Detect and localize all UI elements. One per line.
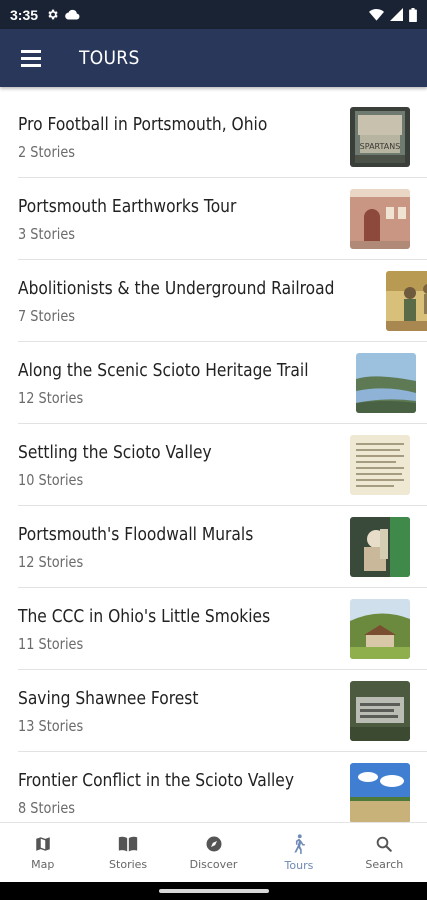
nav-item-search[interactable]: Search — [342, 823, 427, 882]
tour-story-count: 12 Stories — [18, 388, 84, 407]
tour-title: Along the Scenic Scioto Heritage Trail — [18, 359, 309, 381]
page-title: TOURS — [79, 47, 140, 69]
tour-story-count: 7 Stories — [18, 306, 76, 325]
tour-thumbnail-image — [350, 517, 410, 577]
tour-title: Pro Football in Portsmouth, Ohio — [18, 113, 268, 135]
tour-thumbnail-image — [385, 271, 427, 331]
app-bar: TOURS — [0, 29, 427, 87]
cloud-icon — [65, 9, 80, 20]
tour-thumbnail-image — [350, 189, 410, 249]
tour-story-count: 3 Stories — [18, 224, 76, 243]
nav-item-tours[interactable]: Tours — [256, 823, 341, 882]
status-bar: 3:35 — [0, 0, 427, 29]
book-icon — [118, 836, 138, 851]
nav-label: Search — [365, 857, 404, 871]
tour-item-shawnee-forest[interactable]: Saving Shawnee Forest 13 Stories — [0, 670, 427, 752]
tour-item-abolitionists[interactable]: Abolitionists & the Underground Railroad… — [0, 260, 427, 342]
tour-title: Saving Shawnee Forest — [18, 687, 199, 709]
tour-thumbnail-image — [350, 599, 410, 659]
search-icon — [377, 836, 393, 852]
tour-item-settling-scioto-valley[interactable]: Settling the Scioto Valley 10 Stories — [0, 424, 427, 506]
home-gesture-handle[interactable] — [158, 889, 269, 893]
tour-item-earthworks[interactable]: Portsmouth Earthworks Tour 3 Stories — [0, 178, 427, 260]
tour-title: Settling the Scioto Valley — [18, 441, 212, 463]
svg-text:SPARTANS: SPARTANS — [360, 142, 401, 151]
map-icon — [35, 836, 50, 851]
wifi-icon — [369, 8, 384, 21]
tour-title: Abolitionists & the Underground Railroad — [18, 277, 335, 299]
tour-item-scioto-heritage-trail[interactable]: Along the Scenic Scioto Heritage Trail 1… — [0, 342, 427, 424]
tour-story-count: 11 Stories — [18, 634, 84, 653]
tour-item-frontier-conflict[interactable]: Frontier Conflict in the Scioto Valley 8… — [0, 752, 427, 822]
nav-label: Tours — [284, 858, 314, 872]
tour-title: Portsmouth Earthworks Tour — [18, 195, 237, 217]
tour-thumbnail-image — [350, 681, 410, 741]
hamburger-icon — [21, 48, 41, 69]
tour-story-count: 2 Stories — [18, 142, 76, 161]
walking-icon — [294, 833, 305, 854]
nav-item-stories[interactable]: Stories — [85, 823, 170, 882]
tour-thumbnail-image — [350, 763, 410, 822]
signal-icon — [390, 8, 403, 21]
tour-title: Frontier Conflict in the Scioto Valley — [18, 769, 295, 791]
nav-label: Stories — [109, 857, 148, 871]
tour-thumbnail-image — [350, 435, 410, 495]
tour-story-count: 13 Stories — [18, 716, 84, 735]
battery-icon — [409, 7, 417, 22]
tour-story-count: 10 Stories — [18, 470, 84, 489]
nav-item-discover[interactable]: Discover — [171, 823, 256, 882]
tour-list: Pro Football in Portsmouth, Ohio 2 Stori… — [0, 96, 427, 822]
tour-thumbnail-image — [355, 353, 416, 413]
nav-item-map[interactable]: Map — [0, 823, 85, 882]
tour-item-floodwall-murals[interactable]: Portsmouth's Floodwall Murals 12 Stories — [0, 506, 427, 588]
status-time: 3:35 — [10, 6, 39, 23]
tour-story-count: 12 Stories — [18, 552, 84, 571]
tour-item-ccc-little-smokies[interactable]: The CCC in Ohio's Little Smokies 11 Stor… — [0, 588, 427, 670]
system-gesture-bar — [0, 882, 427, 900]
bottom-navigation: Map Stories Discover Tours Search — [0, 822, 427, 882]
nav-label: Map — [31, 857, 55, 871]
compass-icon — [206, 836, 222, 851]
nav-label: Discover — [189, 857, 238, 871]
menu-button[interactable] — [0, 29, 62, 87]
tour-item-pro-football[interactable]: Pro Football in Portsmouth, Ohio 2 Stori… — [0, 96, 427, 178]
tour-thumbnail-image: SPARTANS — [350, 107, 410, 167]
tour-story-count: 8 Stories — [18, 798, 76, 817]
tour-title: Portsmouth's Floodwall Murals — [18, 523, 254, 545]
settings-gear-icon — [48, 9, 58, 20]
tour-title: The CCC in Ohio's Little Smokies — [18, 605, 271, 627]
